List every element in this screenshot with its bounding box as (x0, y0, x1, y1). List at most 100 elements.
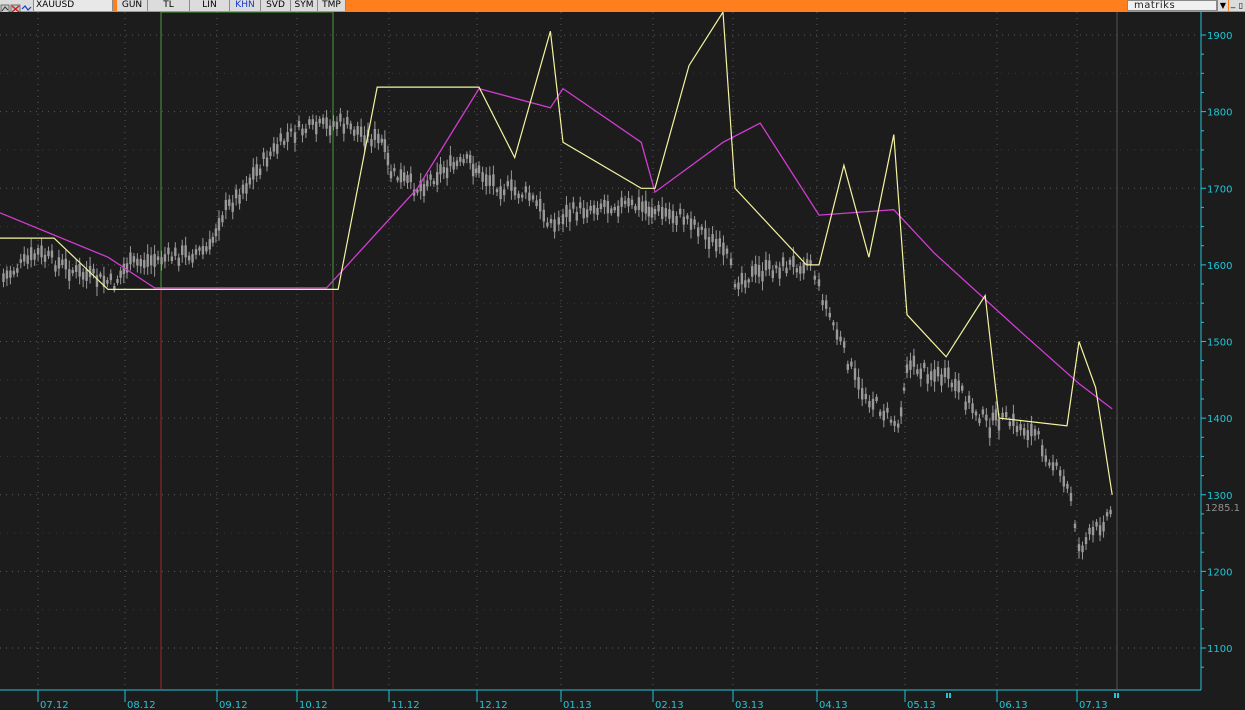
price-candle-body (879, 411, 882, 416)
x-axis-marker (1117, 693, 1119, 698)
minimize-icon[interactable]: _ (1229, 0, 1237, 11)
price-candle-body (167, 247, 170, 255)
price-candle-body (465, 154, 469, 159)
price-candle-body (211, 236, 215, 243)
price-candle-body (1109, 509, 1112, 515)
tool-button-tmp[interactable]: TMP (318, 0, 346, 11)
price-candle-body (29, 247, 33, 261)
price-candle-body (821, 300, 824, 306)
price-chart[interactable]: 1100 1200 1300 1400 1500 1600 1700 1800 1900 1285… (0, 12, 1245, 710)
price-candle-body (805, 259, 809, 265)
price-candle-body (146, 254, 149, 267)
price-candle-body (503, 189, 506, 196)
price-candle-body (715, 239, 718, 252)
price-candle-body (436, 172, 439, 185)
price-candle-body (775, 265, 778, 269)
price-candle-body (521, 194, 524, 198)
price-candle-body (671, 210, 675, 224)
price-candle-body (248, 177, 252, 185)
price-candle-body (961, 385, 964, 391)
price-candle-body (377, 133, 380, 144)
price-candle-body (143, 259, 146, 268)
price-candle-body (174, 247, 177, 256)
tool-button-tl[interactable]: TL (148, 0, 190, 11)
price-candle-body (510, 179, 513, 191)
price-candle-body (132, 256, 136, 263)
price-candle-body (95, 275, 99, 287)
price-candle-body (439, 164, 442, 175)
price-candle-body (757, 264, 761, 277)
price-candle-body (293, 132, 297, 143)
price-candle-body (258, 168, 262, 176)
price-candle-body (262, 152, 265, 159)
tool-button-sym[interactable]: SYM (291, 0, 318, 11)
price-candle-body (657, 204, 660, 212)
price-candle-body (754, 263, 757, 275)
price-candle-body (2, 273, 5, 282)
price-candle-body (850, 361, 853, 367)
tool-button-gun[interactable]: GUN (117, 0, 148, 11)
price-candle-body (61, 259, 64, 265)
x-tick-label: 08.12 (127, 700, 156, 710)
price-candle-body (68, 269, 71, 281)
price-candle-body (429, 174, 432, 180)
price-candle-body (988, 427, 991, 438)
price-candle-body (1008, 421, 1011, 427)
price-candle-body (967, 395, 971, 403)
price-candle-body (679, 208, 682, 215)
price-candle-body (513, 186, 517, 196)
chart-type-icons[interactable] (0, 0, 34, 14)
price-candle-body (740, 272, 744, 285)
price-candle-body (954, 378, 957, 392)
price-candle-body (733, 283, 737, 288)
price-candle-body (403, 172, 406, 182)
price-candle-body (1059, 470, 1062, 476)
price-candle-body (889, 419, 893, 423)
price-candle-body (1062, 476, 1065, 487)
price-candle-body (553, 219, 556, 232)
price-candle-body (318, 118, 321, 124)
symbol-field[interactable]: XAUUSD (34, 0, 113, 11)
price-candle-body (839, 336, 842, 342)
x-tick-label: 05.13 (907, 700, 936, 710)
price-candle-body (704, 228, 707, 240)
price-candle-body (57, 257, 61, 269)
price-candle-body (682, 216, 685, 225)
price-candle-body (994, 409, 998, 421)
price-candle-body (23, 254, 26, 262)
price-candle-body (75, 265, 78, 273)
price-candle-body (136, 258, 139, 266)
price-candle-body (737, 282, 740, 290)
tool-button-lin[interactable]: LIN (190, 0, 230, 11)
price-candle-body (1019, 424, 1022, 431)
y-tick-label: 1100 (1207, 644, 1232, 655)
price-candle-body (301, 128, 304, 136)
price-candle-body (542, 209, 545, 222)
price-candle-body (342, 123, 346, 134)
price-candle-body (711, 234, 714, 243)
tool-button-khn[interactable]: KHN (230, 0, 261, 11)
price-candle-body (1044, 455, 1047, 462)
maximize-icon[interactable]: ▯ (1237, 0, 1245, 11)
price-candle-body (1051, 462, 1055, 471)
price-candle-body (1041, 445, 1044, 457)
price-candle-body (926, 374, 929, 384)
price-candle-body (861, 388, 864, 400)
price-candle-body (747, 279, 750, 283)
tool-button-svd[interactable]: SVD (261, 0, 291, 11)
price-candle-body (868, 401, 871, 408)
price-candle-body (36, 248, 40, 255)
price-candle-body (64, 258, 68, 270)
price-candle-body (389, 171, 393, 179)
brand-selector[interactable]: matriks (1127, 0, 1217, 11)
price-candle-body (936, 366, 940, 377)
price-candle-body (252, 167, 255, 180)
price-candle-body (380, 138, 383, 143)
price-candle-body (109, 273, 113, 281)
price-candle-body (163, 254, 167, 262)
price-candle-body (177, 257, 180, 266)
chevron-down-icon[interactable]: ▼ (1217, 0, 1228, 11)
price-candle-body (592, 205, 596, 214)
price-candle-body (231, 202, 234, 212)
price-candle-body (897, 423, 900, 428)
